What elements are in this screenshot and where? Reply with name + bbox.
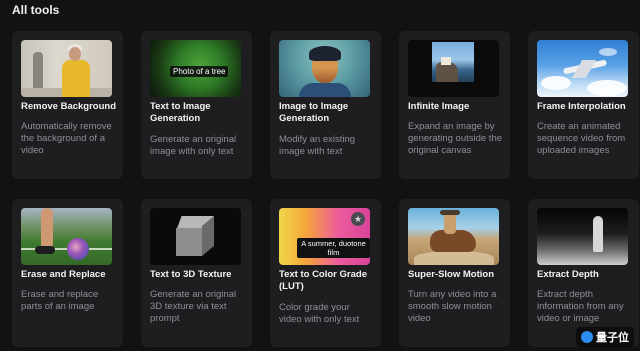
watermark-text: 量子位: [596, 332, 629, 344]
remove-background-thumbnail: [21, 40, 112, 97]
tool-description: Extract depth information from any video…: [537, 289, 624, 324]
text-to-color-grade-thumbnail: ★ A summer, duotone film: [279, 208, 370, 265]
tool-title: Remove Background: [21, 101, 117, 112]
tool-description: Generate an original 3D texture via text…: [150, 289, 237, 324]
text-to-image-thumbnail: Photo of a tree: [150, 40, 241, 97]
text-to-3d-texture-thumbnail: [150, 208, 241, 265]
tool-description: Expand an image by generating outside th…: [408, 121, 503, 156]
tool-title: Text to Color Grade (LUT): [279, 269, 367, 292]
tool-title: Text to 3D Texture: [150, 269, 232, 280]
tool-description: Turn any video into a smooth slow motion…: [408, 289, 497, 324]
tool-title: Erase and Replace: [21, 269, 106, 280]
image-to-image-thumbnail: [279, 40, 370, 97]
infinite-image-thumbnail: [408, 40, 499, 97]
erase-and-replace-thumbnail: [21, 208, 112, 265]
watermark-badge: 量子位: [576, 327, 634, 347]
tool-description: Erase and replace parts of an image: [21, 289, 99, 312]
star-icon[interactable]: ★: [351, 212, 365, 226]
tool-title: Image to Image Generation: [279, 101, 349, 124]
tool-title: Extract Depth: [537, 269, 599, 280]
extract-depth-thumbnail: [537, 208, 628, 265]
tool-description: Automatically remove the background of a…: [21, 121, 112, 156]
tool-description: Generate an original image with only tex…: [150, 134, 237, 157]
tool-card-extract-depth[interactable]: Extract Depth Extract depth information …: [528, 199, 639, 347]
thumbnail-prompt-label: Photo of a tree: [170, 66, 229, 77]
tools-grid: Remove Background Automatically remove t…: [12, 31, 639, 347]
all-tools-heading: All tools: [12, 3, 60, 17]
tool-card-text-to-3d-texture[interactable]: Text to 3D Texture Generate an original …: [141, 199, 252, 347]
tool-title: Infinite Image: [408, 101, 470, 112]
tool-card-infinite-image[interactable]: Infinite Image Expand an image by genera…: [399, 31, 510, 179]
tool-description: Create an animated sequence video from u…: [537, 121, 626, 156]
tool-description: Modify an existing image with text: [279, 134, 356, 157]
tool-card-frame-interpolation[interactable]: Frame Interpolation Create an animated s…: [528, 31, 639, 179]
tool-card-super-slow-motion[interactable]: Super-Slow Motion Turn any video into a …: [399, 199, 510, 347]
watermark-logo-icon: [581, 331, 593, 343]
tool-card-remove-background[interactable]: Remove Background Automatically remove t…: [12, 31, 123, 179]
frame-interpolation-thumbnail: [537, 40, 628, 97]
tool-card-text-to-image[interactable]: Photo of a tree Text to Image Generation…: [141, 31, 252, 179]
tool-description: Color grade your video with only text: [279, 302, 360, 325]
tool-title: Super-Slow Motion: [408, 269, 495, 280]
tool-title: Text to Image Generation: [150, 101, 211, 124]
super-slow-motion-thumbnail: [408, 208, 499, 265]
tool-title: Frame Interpolation: [537, 101, 626, 112]
thumbnail-prompt-label: A summer, duotone film: [297, 238, 370, 258]
tool-card-text-to-color-grade[interactable]: ★ A summer, duotone film Text to Color G…: [270, 199, 381, 347]
tool-card-image-to-image[interactable]: Image to Image Generation Modify an exis…: [270, 31, 381, 179]
tool-card-erase-and-replace[interactable]: Erase and Replace Erase and replace part…: [12, 199, 123, 347]
